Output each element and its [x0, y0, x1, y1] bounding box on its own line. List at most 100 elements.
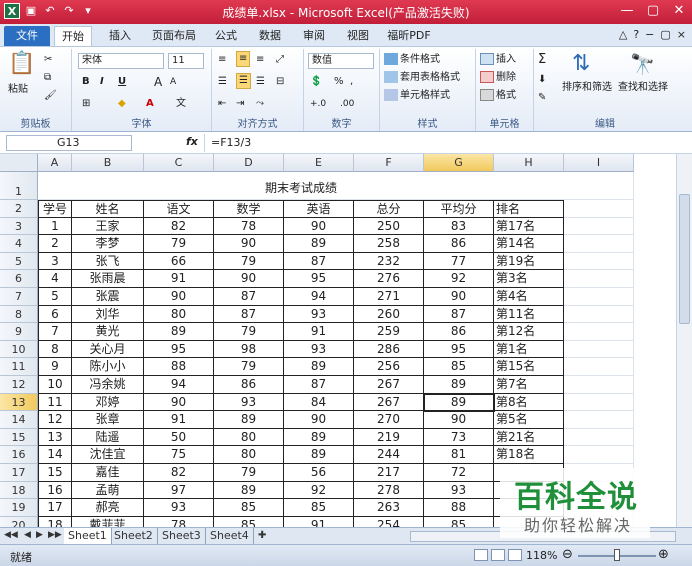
shrink-font-button[interactable]: A: [170, 75, 176, 89]
cell[interactable]: 邓婷: [72, 393, 144, 412]
cell[interactable]: 88: [424, 499, 494, 517]
sheet-tab-sheet1[interactable]: Sheet1: [64, 528, 112, 544]
prev-sheet-icon[interactable]: ◀: [24, 530, 31, 540]
cell[interactable]: 2: [38, 235, 72, 253]
cell[interactable]: 89: [214, 481, 284, 500]
align-center-icon[interactable]: ☰: [236, 73, 251, 89]
copy-icon[interactable]: ⧉: [44, 71, 51, 85]
header-cell[interactable]: [564, 200, 634, 218]
doc-restore-icon[interactable]: ▢: [660, 28, 670, 41]
cell[interactable]: 278: [354, 481, 424, 500]
cell[interactable]: 张雨晨: [72, 270, 144, 288]
comma-button[interactable]: ,: [350, 75, 353, 89]
cell-styles-button[interactable]: 单元格样式: [384, 89, 450, 103]
page-layout-view-icon[interactable]: [491, 549, 505, 561]
cell[interactable]: 267: [354, 393, 424, 412]
cell[interactable]: 90: [424, 288, 494, 306]
cell[interactable]: 94: [144, 376, 214, 394]
cell[interactable]: [564, 235, 634, 253]
row-header-15[interactable]: 15: [0, 428, 38, 447]
cell[interactable]: 89: [424, 376, 494, 394]
column-header-e[interactable]: E: [284, 154, 354, 172]
tab-formulas[interactable]: 公式: [208, 26, 244, 46]
row-header-4[interactable]: 4: [0, 235, 38, 253]
column-header-d[interactable]: D: [214, 154, 284, 172]
cell[interactable]: 66: [144, 252, 214, 271]
paste-button[interactable]: 粘贴: [8, 83, 28, 97]
cell[interactable]: 90: [144, 393, 214, 412]
header-cell[interactable]: 平均分: [424, 200, 494, 218]
cell[interactable]: 260: [354, 305, 424, 324]
cell[interactable]: 第19名: [494, 252, 564, 271]
cell[interactable]: 276: [354, 270, 424, 288]
cell[interactable]: [564, 305, 634, 324]
cell[interactable]: 79: [214, 358, 284, 376]
number-format-combo[interactable]: 数值: [308, 53, 374, 69]
grow-font-button[interactable]: A: [154, 75, 162, 89]
row-header-7[interactable]: 7: [0, 288, 38, 306]
decrease-decimal-button[interactable]: .00: [340, 97, 354, 111]
format-painter-icon[interactable]: 🖌: [44, 89, 57, 103]
cell[interactable]: 271: [354, 288, 424, 306]
row-header-17[interactable]: 17: [0, 464, 38, 482]
tab-data[interactable]: 数据: [252, 26, 288, 46]
format-cells-button[interactable]: 格式: [480, 89, 516, 103]
cell[interactable]: 郝亮: [72, 499, 144, 517]
cell[interactable]: 98: [214, 340, 284, 359]
cell[interactable]: 89: [284, 358, 354, 376]
cell[interactable]: 11: [38, 393, 72, 412]
row-header-16[interactable]: 16: [0, 446, 38, 464]
cell[interactable]: [564, 172, 634, 200]
cell[interactable]: 256: [354, 358, 424, 376]
tab-page-layout[interactable]: 页面布局: [146, 26, 202, 46]
clear-icon[interactable]: ✎: [538, 91, 546, 105]
zoom-in-icon[interactable]: ⊕: [658, 547, 669, 562]
cell[interactable]: 陈小小: [72, 358, 144, 376]
font-name-combo[interactable]: 宋体: [78, 53, 164, 69]
row-header-13[interactable]: 13: [0, 393, 38, 412]
cell[interactable]: 78: [214, 217, 284, 236]
row-header-9[interactable]: 9: [0, 323, 38, 341]
cell[interactable]: 89: [214, 411, 284, 429]
cell[interactable]: 陆遥: [72, 428, 144, 447]
align-left-icon[interactable]: ☰: [218, 75, 227, 89]
sort-filter-icon[interactable]: ⇅: [572, 51, 590, 77]
cell[interactable]: 4: [38, 270, 72, 288]
cell[interactable]: 第14名: [494, 235, 564, 253]
cell[interactable]: 92: [424, 270, 494, 288]
merge-center-icon[interactable]: ⊟: [276, 75, 284, 89]
align-right-icon[interactable]: ☰: [256, 75, 265, 89]
doc-minimize-icon[interactable]: −: [645, 28, 654, 41]
cell[interactable]: 95: [424, 340, 494, 359]
row-header-10[interactable]: 10: [0, 340, 38, 359]
sheet-tab-sheet2[interactable]: Sheet2: [110, 528, 158, 544]
cell[interactable]: 91: [144, 270, 214, 288]
increase-decimal-button[interactable]: +.0: [310, 97, 326, 111]
cell[interactable]: 91: [284, 323, 354, 341]
close-button[interactable]: ✕: [670, 2, 688, 20]
cell[interactable]: 87: [284, 252, 354, 271]
cell[interactable]: 第1名: [494, 340, 564, 359]
delete-cells-button[interactable]: 删除: [480, 71, 516, 85]
column-header-f[interactable]: F: [354, 154, 424, 172]
align-top-icon[interactable]: ≡: [218, 53, 226, 67]
cell[interactable]: 第15名: [494, 358, 564, 376]
conditional-format-button[interactable]: 条件格式: [384, 53, 440, 67]
cell[interactable]: 80: [144, 305, 214, 324]
sheet-tab-sheet4[interactable]: Sheet4: [206, 528, 254, 544]
cell[interactable]: 263: [354, 499, 424, 517]
percent-button[interactable]: %: [334, 75, 344, 89]
normal-view-icon[interactable]: [474, 549, 488, 561]
cell[interactable]: 90: [214, 235, 284, 253]
row-header-3[interactable]: 3: [0, 217, 38, 236]
cell[interactable]: 88: [144, 358, 214, 376]
header-cell[interactable]: 数学: [214, 200, 284, 218]
align-bottom-icon[interactable]: ≡: [256, 53, 264, 67]
tab-foxit-pdf[interactable]: 福昕PDF: [384, 26, 434, 46]
cell[interactable]: 94: [284, 288, 354, 306]
header-cell[interactable]: 学号: [38, 200, 72, 218]
cell[interactable]: 84: [284, 393, 354, 412]
cell[interactable]: 7: [38, 323, 72, 341]
cell[interactable]: 250: [354, 217, 424, 236]
row-header-5[interactable]: 5: [0, 252, 38, 271]
